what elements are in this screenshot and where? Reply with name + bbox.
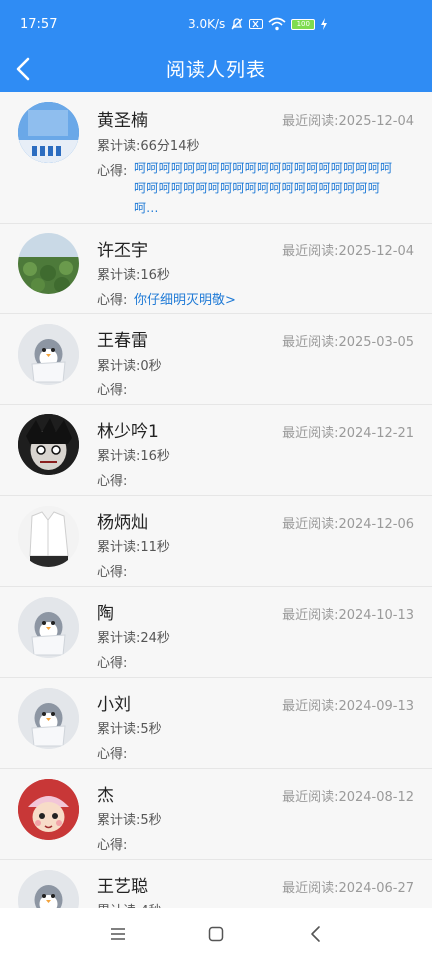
bell-muted-icon <box>231 18 243 30</box>
last-read-date: 最近阅读:2024-09-13 <box>282 699 414 714</box>
status-icons: 3.0K/s 100 <box>188 17 328 31</box>
reader-row[interactable]: 杨炳灿 最近阅读:2024-12-06 累计读:11秒 心得: <box>0 496 432 587</box>
total-read-time: 累计读:16秒 <box>97 268 170 283</box>
total-read-time: 累计读:5秒 <box>97 813 162 828</box>
reader-row[interactable]: 王春雷 最近阅读:2025-03-05 累计读:0秒 心得: <box>0 314 432 405</box>
note-label: 心得: <box>97 565 128 580</box>
reader-name: 王春雷 <box>97 331 148 351</box>
reader-row[interactable]: 林少吟1 最近阅读:2024-12-21 累计读:16秒 心得: <box>0 405 432 496</box>
status-time: 17:57 <box>20 17 58 32</box>
note-label: 心得: <box>97 656 128 671</box>
system-nav-bar <box>0 908 432 960</box>
charging-icon <box>321 18 328 30</box>
note-text[interactable]: 你仔细明灭明敬> <box>134 289 236 308</box>
total-read-time: 累计读:11秒 <box>97 540 170 555</box>
avatar <box>18 414 79 475</box>
last-read-date: 最近阅读:2024-12-06 <box>282 517 414 532</box>
last-read-date: 最近阅读:2025-03-05 <box>282 335 414 350</box>
last-read-date: 最近阅读:2024-08-12 <box>282 790 414 805</box>
last-read-date: 最近阅读:2024-12-21 <box>282 426 414 441</box>
reader-row[interactable]: 杰 最近阅读:2024-08-12 累计读:5秒 心得: <box>0 769 432 860</box>
home-square-icon[interactable] <box>206 924 226 944</box>
note-label: 心得: <box>97 474 128 489</box>
note-label: 心得: <box>97 383 128 398</box>
menu-icon[interactable] <box>108 924 128 944</box>
note-label: 心得: <box>97 293 128 308</box>
reader-row[interactable]: 陶 最近阅读:2024-10-13 累计读:24秒 心得: <box>0 587 432 678</box>
battery-icon: 100 <box>291 18 316 30</box>
note-label: 心得: <box>97 747 128 762</box>
total-read-time: 累计读:16秒 <box>97 449 170 464</box>
total-read-time: 累计读:4秒 <box>97 900 162 908</box>
reader-name: 陶 <box>97 604 114 624</box>
avatar <box>18 233 79 294</box>
total-read-time: 累计读:0秒 <box>97 359 162 374</box>
reader-row[interactable]: 小刘 最近阅读:2024-09-13 累计读:5秒 心得: <box>0 678 432 769</box>
avatar <box>18 324 79 385</box>
back-triangle-icon[interactable] <box>306 924 326 944</box>
reader-name: 林少吟1 <box>97 422 159 442</box>
last-read-date: 最近阅读:2025-12-04 <box>282 244 414 259</box>
note-label: 心得: <box>97 164 128 179</box>
reader-list[interactable]: 黄圣楠 最近阅读:2025-12-04 累计读:66分14秒 心得: 呵呵呵呵呵… <box>0 92 432 908</box>
reader-name: 杨炳灿 <box>97 513 148 533</box>
total-read-time: 累计读:66分14秒 <box>97 139 200 154</box>
sim-x-icon <box>249 19 264 29</box>
note-text[interactable]: 呵呵呵呵呵呵呵呵呵呵呵呵呵呵呵呵呵呵呵呵呵呵呵呵呵呵呵呵呵呵呵呵呵呵呵呵呵呵呵呵… <box>134 158 402 218</box>
wifi-icon <box>268 17 286 31</box>
avatar <box>18 506 79 567</box>
avatar <box>18 870 79 908</box>
last-read-date: 最近阅读:2024-10-13 <box>282 608 414 623</box>
note-label: 心得: <box>97 838 128 853</box>
reader-name: 许丕宇 <box>97 241 148 261</box>
avatar <box>18 102 79 163</box>
last-read-date: 最近阅读:2024-06-27 <box>282 881 414 896</box>
reader-name: 杰 <box>97 786 114 806</box>
page-title: 阅读人列表 <box>165 59 266 81</box>
total-read-time: 累计读:24秒 <box>97 631 170 646</box>
reader-name: 小刘 <box>97 695 131 715</box>
avatar <box>18 597 79 658</box>
status-bar: 17:57 3.0K/s 100 <box>0 0 432 46</box>
reader-row[interactable]: 王艺聪 最近阅读:2024-06-27 累计读:4秒 <box>0 860 432 908</box>
reader-name: 王艺聪 <box>97 877 148 897</box>
last-read-date: 最近阅读:2025-12-04 <box>282 114 414 129</box>
reader-row[interactable]: 许丕宇 最近阅读:2025-12-04 累计读:16秒 心得: 你仔细明灭明敬> <box>0 224 432 314</box>
avatar <box>18 779 79 840</box>
app-bar: 阅读人列表 <box>0 46 432 92</box>
net-speed: 3.0K/s <box>188 17 226 31</box>
reader-name: 黄圣楠 <box>97 111 148 131</box>
avatar <box>18 688 79 749</box>
total-read-time: 累计读:5秒 <box>97 722 162 737</box>
reader-row[interactable]: 黄圣楠 最近阅读:2025-12-04 累计读:66分14秒 心得: 呵呵呵呵呵… <box>0 92 432 224</box>
